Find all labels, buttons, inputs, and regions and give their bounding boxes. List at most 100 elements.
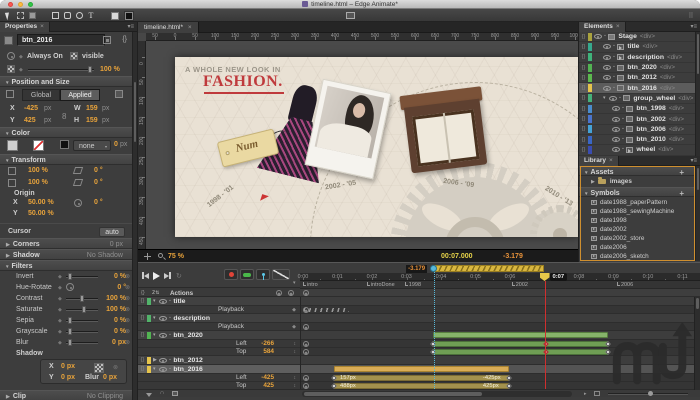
open-actions-icon[interactable]: {} <box>579 54 588 60</box>
chevron-down-icon[interactable]: ▾ <box>293 280 296 286</box>
close-icon[interactable]: × <box>616 23 620 30</box>
snapping-icon[interactable]: ∩ <box>160 390 164 396</box>
hue-dial-icon[interactable] <box>66 283 74 291</box>
cursor-section-label[interactable]: Cursor <box>8 228 31 235</box>
timeline-layer-title[interactable]: {}▾·title <box>138 297 300 306</box>
lock-dot-icon[interactable]: · <box>619 95 621 102</box>
keyframe-diamond-icon[interactable]: ◆ <box>58 318 62 324</box>
section-filters[interactable]: ▾Filters <box>0 260 133 271</box>
pin-toggle-button[interactable] <box>256 269 270 280</box>
collapse-icon[interactable]: ▾ <box>6 80 9 86</box>
h-value[interactable]: 159 <box>86 117 98 124</box>
remove-filter-icon[interactable]: ⊗ <box>125 295 130 302</box>
lock-dot-icon[interactable]: · <box>613 64 615 71</box>
lock-dot-icon[interactable]: · <box>622 105 624 112</box>
section-color[interactable]: ▾Color <box>0 127 133 138</box>
open-actions-icon[interactable]: {} <box>579 95 588 101</box>
timeline-vscrollbar[interactable] <box>694 297 700 390</box>
border-width-unit[interactable]: px <box>120 141 127 148</box>
panel-menu-icon[interactable]: ▾≡ <box>127 23 134 30</box>
timeline-layer-description[interactable]: {}▾·description <box>138 314 300 323</box>
keyframe-diamond-icon[interactable]: ◆ <box>58 307 62 313</box>
w-value[interactable]: 159 <box>86 105 98 112</box>
remove-filter-icon[interactable]: ⊗ <box>125 317 130 324</box>
collapse-icon[interactable]: ▾ <box>6 264 9 270</box>
origin-x-value[interactable]: 50.00 % <box>28 199 54 206</box>
element-row-Stage[interactable]: {}·Stage<div> <box>579 32 696 42</box>
visibility-eye-icon[interactable] <box>612 137 620 142</box>
lock-dot-icon[interactable]: · <box>613 43 615 50</box>
opacity-value[interactable]: 100 % <box>100 66 120 73</box>
keyframe-action-icon[interactable]: ◆ <box>292 324 296 330</box>
lock-dot-icon[interactable]: · <box>622 126 624 133</box>
filter-slider-thumb[interactable] <box>80 295 84 302</box>
section-shadow[interactable]: ▶ShadowNo Shadow <box>0 249 133 260</box>
marquee-tool[interactable] <box>27 11 37 20</box>
scrollbar-thumb[interactable] <box>134 82 136 142</box>
visibility-dropdown[interactable]: visible <box>82 53 104 60</box>
stepper-icon[interactable]: ↕ <box>294 375 297 381</box>
wooden-case-image[interactable] <box>402 87 487 176</box>
timeline-track-sub-description-playback[interactable]: ◆ <box>301 323 700 331</box>
tab-timeline-html[interactable]: timeline.html* × <box>138 22 199 33</box>
filter-slider-thumb[interactable] <box>68 317 72 324</box>
collapse-icon[interactable]: ▾ <box>6 131 9 137</box>
pan-tool-icon[interactable] <box>144 253 151 260</box>
symbol-row[interactable]: date1988_sewingMachine <box>579 207 696 216</box>
link-wh-icon[interactable]: 8 <box>62 112 66 121</box>
lock-dot-icon[interactable]: · <box>613 54 615 61</box>
timeline-subrow-description-playback[interactable]: Playback◆ <box>138 323 300 331</box>
lock-dot-icon[interactable]: · <box>622 136 624 143</box>
rectangle-tool[interactable] <box>50 11 60 20</box>
timeline-hscrollbar[interactable] <box>302 391 572 397</box>
element-row-wheel[interactable]: {}·wheel<div> <box>579 145 696 155</box>
timeline-track-btn_2012[interactable] <box>301 356 700 365</box>
stepper-icon[interactable]: ↕ <box>294 341 297 347</box>
transform-tool[interactable] <box>15 11 25 20</box>
tab-elements[interactable]: Elements× <box>579 22 626 32</box>
properties-scrollbar[interactable] <box>132 32 137 400</box>
filter-slider[interactable] <box>66 276 98 278</box>
collapse-icon[interactable]: ▾ <box>6 158 9 164</box>
stage-display-button[interactable] <box>345 11 355 20</box>
go-to-start-button[interactable] <box>142 272 149 279</box>
animation-span-btn_2020[interactable] <box>433 332 607 338</box>
element-name-field[interactable]: btn_2016 <box>17 34 105 46</box>
timeline-marker-intro[interactable]: intro <box>303 282 318 288</box>
border-width-value[interactable]: 0 <box>114 141 118 148</box>
expand-icon[interactable]: ▶ <box>591 179 595 185</box>
remove-filter-icon[interactable]: ⊗ <box>125 284 130 291</box>
element-row-group_wheel[interactable]: {}▾·group_wheel<div> <box>579 94 696 104</box>
collapse-icon[interactable]: ▾ <box>585 191 588 197</box>
go-to-end-button[interactable] <box>164 272 171 279</box>
x-value[interactable]: -425 <box>24 105 38 112</box>
remove-filter-icon[interactable]: ⊗ <box>125 339 130 346</box>
element-row-btn_2020[interactable]: {}·btn_2020<div> <box>579 63 696 73</box>
section-position-size[interactable]: ▾Position and Size <box>0 76 133 87</box>
easing-button[interactable] <box>272 269 290 280</box>
fill-color-swatch[interactable] <box>110 11 120 20</box>
section-corners[interactable]: ▶Corners0 px <box>0 238 133 249</box>
scrollbar-thumb[interactable] <box>304 392 482 396</box>
expand-icon[interactable]: ▶ <box>6 253 10 259</box>
scale-y-value[interactable]: 100 % <box>28 179 48 186</box>
opacity-slider[interactable] <box>28 69 94 71</box>
remove-filter-icon[interactable]: ⊗ <box>113 364 118 371</box>
filter-slider[interactable] <box>66 331 98 333</box>
ellipse-tool[interactable] <box>74 11 84 20</box>
keyframe-nav-icon[interactable]: ◆ <box>303 349 309 355</box>
symbol-row[interactable]: date2002 <box>579 225 696 234</box>
shadow-x-value[interactable]: 0 px <box>61 363 75 370</box>
open-actions-icon[interactable]: {} <box>579 85 588 91</box>
background-color-swatch[interactable] <box>7 140 18 151</box>
symbol-row[interactable]: date2002_store <box>579 234 696 243</box>
prev-keyframe-icon[interactable]: ◆ <box>276 290 282 296</box>
filter-slider[interactable] <box>66 298 98 300</box>
lock-dot-icon[interactable]: · <box>613 85 615 92</box>
keyframe-diamond-icon[interactable]: ◆ <box>58 329 62 335</box>
tab-properties[interactable]: Properties× <box>0 22 50 32</box>
filter-value[interactable]: 0 % <box>96 317 126 324</box>
visibility-eye-icon[interactable] <box>612 117 620 122</box>
timeline-marker-1998[interactable]: 1998 <box>405 282 421 288</box>
era-label[interactable]: 1998 - '01 <box>206 184 235 209</box>
